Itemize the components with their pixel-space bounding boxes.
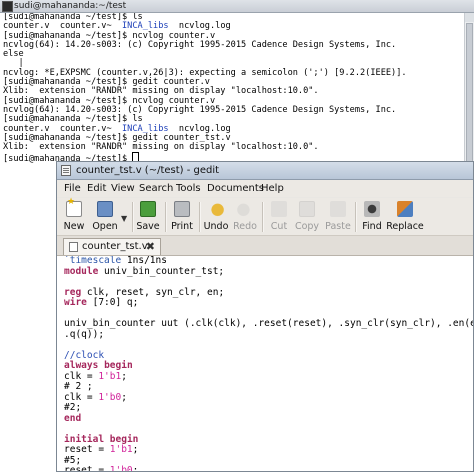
redo-arrow-icon <box>237 201 253 217</box>
code-line: # 2 ; <box>64 381 93 392</box>
document-icon <box>69 242 78 252</box>
code-line: reset = 1'b0; <box>64 465 139 472</box>
copy-label: Copy <box>294 221 320 232</box>
paste-label: Paste <box>325 221 351 232</box>
new-document-icon <box>66 201 82 217</box>
menu-view[interactable]: View <box>111 180 135 197</box>
print-label: Print <box>171 221 193 232</box>
binoculars-icon <box>364 201 380 217</box>
terminal-titlebar[interactable]: sudi@mahananda:~/test <box>0 0 474 13</box>
print-button[interactable]: Print <box>169 201 195 233</box>
code-line: #2; <box>64 402 82 413</box>
replace-icon <box>397 201 413 217</box>
save-icon <box>140 201 156 217</box>
paste-button[interactable]: Paste <box>323 201 353 233</box>
code-line: wire [7:0] q; <box>64 297 139 308</box>
code-line: module univ_bin_counter_tst; <box>64 265 225 277</box>
gedit-titlebar[interactable]: counter_tst.v (~/test) - gedit <box>57 162 473 180</box>
open-recent-dropdown-icon[interactable]: ▼ <box>121 214 127 223</box>
close-tab-icon[interactable]: ✖ <box>146 239 155 255</box>
find-button[interactable]: Find <box>360 201 384 233</box>
scroll-up-arrow-icon[interactable] <box>465 13 474 22</box>
redo-button[interactable]: Redo <box>232 201 258 233</box>
source-code[interactable]: `timescale 1ns/1ns module univ_bin_counte… <box>64 256 473 472</box>
terminal-title: sudi@mahananda:~/test <box>14 1 127 11</box>
new-button[interactable]: New <box>61 201 87 233</box>
scissors-icon <box>271 201 287 217</box>
open-folder-icon <box>97 201 113 217</box>
find-label: Find <box>362 221 382 232</box>
redo-label: Redo <box>233 221 257 232</box>
undo-label: Undo <box>203 221 229 232</box>
code-line: clk = 1'b1; <box>64 370 127 382</box>
menu-documents[interactable]: Documents <box>207 180 264 197</box>
menu-help[interactable]: Help <box>261 180 284 197</box>
cut-button[interactable]: Cut <box>267 201 291 233</box>
toolbar-separator <box>165 202 167 232</box>
terminal-line: else <box>3 49 24 60</box>
replace-label: Replace <box>386 221 424 232</box>
menu-file[interactable]: File <box>64 180 81 197</box>
terminal-line: Xlib: extension "RANDR" missing on displ… <box>3 142 319 153</box>
open-button[interactable]: Open <box>90 201 120 233</box>
toolbar-separator <box>262 202 264 232</box>
document-tabstrip: counter_tst.v ✖ <box>57 236 473 256</box>
code-line: always begin <box>64 360 133 371</box>
copy-icon <box>299 201 315 217</box>
terminal-icon <box>2 1 13 12</box>
undo-button[interactable]: Undo <box>203 201 229 233</box>
window-title: counter_tst.v (~/test) - gedit <box>76 165 220 176</box>
tab-counter-tst[interactable]: counter_tst.v ✖ <box>63 238 161 255</box>
code-line: end <box>64 412 82 424</box>
code-line: reset = 1'b1; <box>64 444 139 455</box>
tab-label: counter_tst.v <box>82 241 148 252</box>
toolbar: New Open ▼ Save Print Undo Redo Cut <box>57 198 473 236</box>
printer-icon <box>174 201 190 217</box>
code-line: .q(q)); <box>64 328 105 340</box>
replace-button[interactable]: Replace <box>386 201 424 233</box>
code-line: univ_bin_counter uut (.clk(clk), .reset(… <box>64 318 473 329</box>
code-editor[interactable]: `timescale 1ns/1ns module univ_bin_counte… <box>57 256 473 472</box>
menu-edit[interactable]: Edit <box>87 180 106 197</box>
copy-button[interactable]: Copy <box>293 201 321 233</box>
code-line: clk = 1'b0; <box>64 391 127 403</box>
text-editor-icon <box>61 165 71 176</box>
clipboard-icon <box>330 201 346 217</box>
undo-arrow-icon <box>208 201 224 217</box>
toolbar-separator <box>355 202 357 232</box>
toolbar-separator <box>132 202 134 232</box>
gedit-window[interactable]: counter_tst.v (~/test) - gedit File Edit… <box>56 161 474 472</box>
menu-tools[interactable]: Tools <box>176 180 201 197</box>
save-button[interactable]: Save <box>135 201 161 233</box>
terminal-line: ncvlog(64): 14.20-s003: (c) Copyright 19… <box>3 39 397 50</box>
menubar: File Edit View Search Tools Documents He… <box>57 180 473 197</box>
menu-search[interactable]: Search <box>139 180 173 197</box>
toolbar-separator <box>199 202 201 232</box>
code-line: `timescale 1ns/1ns <box>64 256 167 266</box>
save-label: Save <box>136 221 160 232</box>
cut-label: Cut <box>270 221 288 232</box>
open-label: Open <box>92 221 118 232</box>
new-label: New <box>63 221 85 232</box>
